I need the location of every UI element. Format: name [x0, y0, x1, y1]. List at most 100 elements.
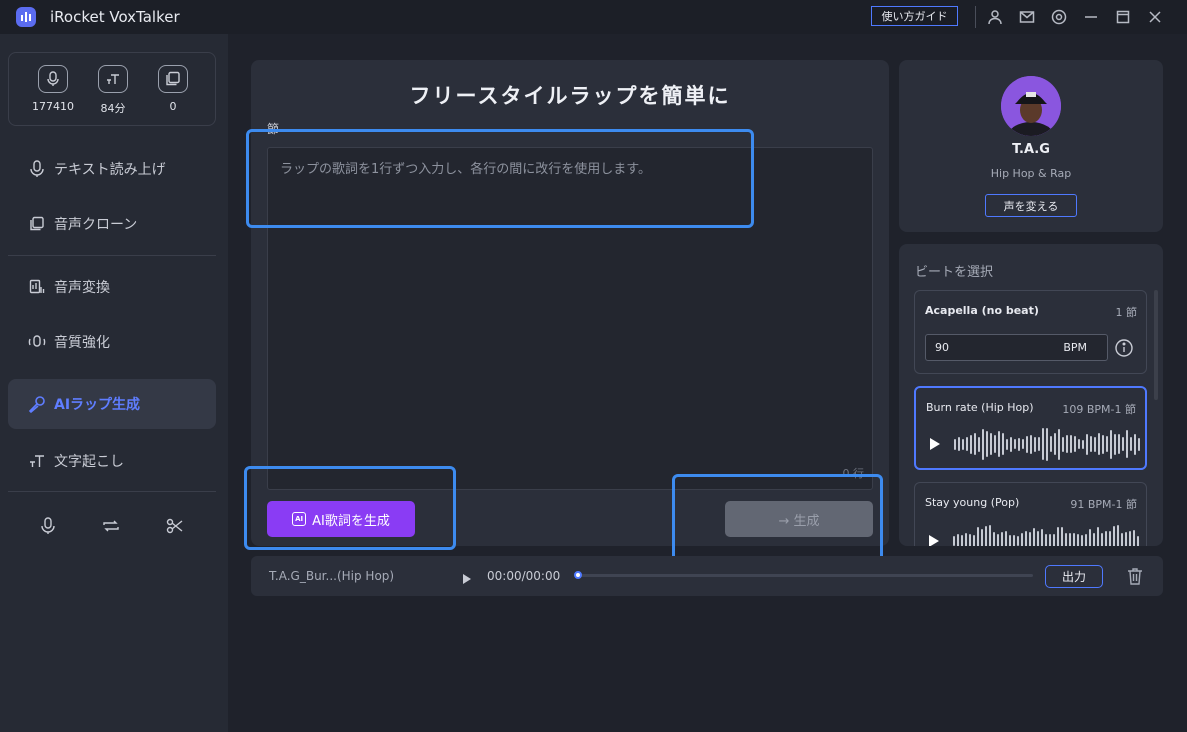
waveform-bar: [994, 435, 996, 453]
sidebar-item-transcribe[interactable]: 文字起こし: [8, 436, 216, 486]
waveform-bar: [1121, 532, 1123, 546]
play-icon[interactable]: [928, 436, 942, 452]
waveform-bar: [1030, 434, 1032, 454]
waveform-bar: [1125, 531, 1127, 546]
waveform-bar: [1017, 536, 1019, 546]
waveform-bar: [1122, 437, 1124, 451]
info-icon[interactable]: [1114, 338, 1134, 358]
minimize-icon[interactable]: [1081, 7, 1101, 27]
usage-stats: 177410 84分 0: [8, 52, 216, 126]
enhance-icon: [26, 331, 48, 353]
export-button[interactable]: 出力: [1045, 565, 1103, 588]
voice-change-icon: [26, 276, 48, 298]
beat-item-stay-young[interactable]: Stay young (Pop) 91 BPM-1 節: [914, 482, 1147, 546]
waveform-bar: [1006, 438, 1008, 450]
waveform-bar: [1009, 535, 1011, 546]
highlight-box: [246, 129, 754, 228]
waveform-bar: [1089, 529, 1091, 546]
waveform-bar: [1109, 530, 1111, 546]
play-icon[interactable]: [927, 533, 941, 546]
waveform-bar: [989, 524, 991, 546]
loop-icon[interactable]: [99, 514, 123, 538]
progress-slider[interactable]: [574, 571, 1033, 579]
waveform-bar: [1069, 533, 1071, 546]
waveform-bar: [1029, 532, 1031, 546]
user-icon[interactable]: [985, 7, 1005, 27]
trash-icon[interactable]: [1127, 567, 1143, 585]
waveform-bar: [1066, 435, 1068, 453]
voice-card: T.A.G Hip Hop & Rap 声を変える: [899, 60, 1163, 232]
beat-list-scrollbar[interactable]: [1154, 290, 1158, 400]
user-guide-button[interactable]: 使い方ガイド: [871, 6, 958, 26]
text-icon: [98, 65, 128, 93]
sidebar-item-tts[interactable]: テキスト読み上げ: [8, 144, 216, 194]
waveform-bar: [993, 531, 995, 546]
cut-icon[interactable]: [163, 514, 187, 538]
beat-item-acapella[interactable]: Acapella (no beat) 1 節 90 BPM: [914, 290, 1147, 374]
waveform-bar: [1118, 434, 1120, 454]
karaoke-mic-icon: [26, 393, 48, 415]
clone-icon: [26, 213, 48, 235]
sidebar-item-convert[interactable]: 音声変換: [8, 262, 216, 312]
beat-meta: 109 BPM-1 節: [1062, 403, 1136, 416]
waveform-bar: [1038, 437, 1040, 451]
waveform-bar: [1034, 436, 1036, 452]
waveform-bar: [1010, 436, 1012, 452]
sidebar-item-clone[interactable]: 音声クローン: [8, 199, 216, 249]
waveform-bar: [997, 533, 999, 546]
waveform-bar: [1134, 433, 1136, 455]
record-icon[interactable]: [36, 514, 60, 538]
waveform-bar: [962, 438, 964, 450]
waveform-bar: [1049, 534, 1051, 546]
waveform-bar: [1062, 436, 1064, 452]
waveform-bar: [1074, 436, 1076, 452]
waveform-bar: [1133, 530, 1135, 546]
change-voice-button[interactable]: 声を変える: [985, 194, 1077, 217]
waveform-bar: [1037, 530, 1039, 546]
sidebar-item-ai-rap[interactable]: AIラップ生成: [8, 379, 216, 429]
play-icon[interactable]: [462, 570, 472, 584]
close-icon[interactable]: [1145, 7, 1165, 27]
waveform-bar: [1042, 428, 1044, 460]
bpm-unit: BPM: [1063, 341, 1087, 354]
waveform-bar: [1046, 427, 1048, 461]
waveform-bar: [1078, 439, 1080, 449]
beat-item-burn-rate[interactable]: Burn rate (Hip Hop) 109 BPM-1 節: [914, 386, 1147, 470]
bpm-value: 90: [935, 341, 949, 354]
sidebar-item-label: 文字起こし: [54, 454, 124, 470]
mail-icon[interactable]: [1017, 7, 1037, 27]
waveform-bar: [1061, 526, 1063, 546]
waveform-bar: [1058, 428, 1060, 460]
beat-meta: 91 BPM-1 節: [1070, 498, 1137, 511]
bpm-input[interactable]: 90 BPM: [925, 334, 1108, 361]
maximize-icon[interactable]: [1113, 7, 1133, 27]
waveform-bar: [981, 528, 983, 546]
stat-value: 177410: [32, 100, 74, 113]
waveform-bar: [1057, 527, 1059, 546]
player-bar: T.A.G_Bur...(Hip Hop) 00:00/00:00 出力: [251, 556, 1163, 596]
waveform-bar: [1090, 436, 1092, 452]
waveform-bar: [1129, 531, 1131, 546]
nav-divider: [8, 491, 216, 492]
waveform-bar: [1098, 433, 1100, 455]
text-icon: [26, 450, 48, 472]
waveform-bar: [1041, 529, 1043, 546]
microphone-icon: [38, 65, 68, 93]
waveform-bar: [986, 431, 988, 457]
waveform-bar: [970, 434, 972, 454]
waveform-bar: [1077, 533, 1079, 546]
settings-icon[interactable]: [1049, 7, 1069, 27]
waveform-bar: [998, 431, 1000, 457]
progress-knob[interactable]: [574, 571, 582, 579]
waveform-bar: [957, 533, 959, 546]
waveform-bar: [958, 437, 960, 451]
beat-panel: ビートを選択 Acapella (no beat) 1 節 90 BPM Bur…: [899, 244, 1163, 546]
waveform-bar: [1086, 433, 1088, 455]
sidebar-item-enhance[interactable]: 音質強化: [8, 317, 216, 367]
app-logo-icon: [16, 7, 36, 27]
waveform: [953, 523, 1139, 546]
waveform-bar: [990, 433, 992, 455]
waveform-bar: [1130, 437, 1132, 451]
waveform-bar: [1021, 532, 1023, 546]
waveform-bar: [974, 433, 976, 455]
